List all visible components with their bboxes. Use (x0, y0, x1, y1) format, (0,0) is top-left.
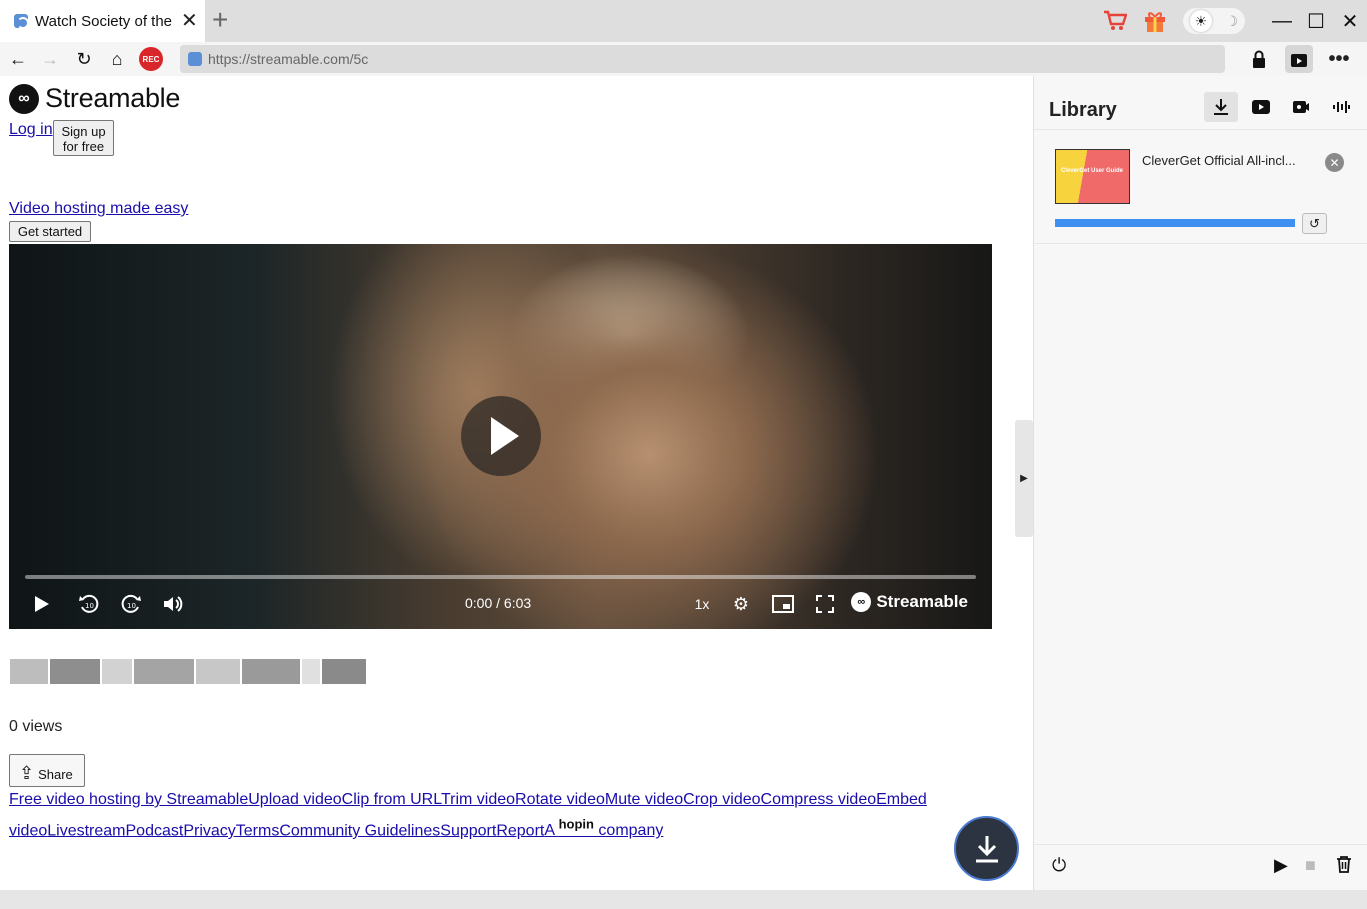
streamable-logo[interactable]: ∞ Streamable (9, 83, 180, 114)
svg-text:10: 10 (127, 602, 136, 610)
gift-icon[interactable] (1135, 0, 1175, 42)
title-bar: Watch Society of the ✕ + ☀ ☽ — ☐ ✕ (0, 0, 1367, 42)
footer-link[interactable]: Clip from URL (342, 791, 441, 808)
rewind-10-icon[interactable]: 10 (77, 591, 101, 617)
library-header: Library (1034, 76, 1367, 130)
sun-icon[interactable]: ☀ (1189, 10, 1212, 32)
item-name: CleverGet Official All-incl... (1142, 153, 1296, 168)
svg-text:10: 10 (85, 602, 94, 610)
url-input[interactable] (208, 51, 1108, 67)
downloads-tab-icon[interactable] (1204, 92, 1238, 122)
moon-icon[interactable]: ☽ (1226, 13, 1239, 30)
lock-icon[interactable] (1245, 45, 1273, 73)
signup-button[interactable]: Sign up for free (53, 120, 114, 156)
forward-10-icon[interactable]: 10 (119, 591, 143, 617)
footer-link[interactable]: Trim video (441, 791, 515, 808)
footer-link[interactable]: Report (496, 822, 544, 839)
new-tab-button[interactable]: + (212, 6, 228, 34)
footer-link[interactable]: Upload video (248, 791, 341, 808)
navigation-bar: ← → ↻ ⌂ REC ••• (0, 42, 1367, 76)
footer-link[interactable]: Podcast (126, 822, 184, 839)
browser-tab[interactable]: Watch Society of the ✕ (0, 0, 205, 42)
url-favicon-icon (188, 52, 202, 66)
footer-link[interactable]: Rotate video (515, 791, 605, 808)
library-footer: ⏻ ▶ ■ (1034, 844, 1367, 890)
status-bar (0, 890, 1367, 909)
video-title-blurred (10, 659, 400, 684)
footer-links: Free video hosting by StreamableUpload v… (9, 787, 959, 843)
record-button[interactable]: REC (139, 47, 163, 71)
power-icon[interactable]: ⏻ (1052, 855, 1066, 876)
minimize-icon[interactable]: — (1265, 0, 1299, 42)
download-progress-fill (1055, 219, 1295, 227)
tab-close-icon[interactable]: ✕ (181, 11, 198, 31)
settings-gear-icon[interactable]: ⚙ (729, 591, 753, 617)
forward-arrow-icon[interactable]: → (38, 47, 62, 71)
library-item[interactable]: CleverGet User Guide CleverGet Official … (1034, 131, 1367, 244)
view-count: 0 views (9, 718, 63, 735)
stop-icon[interactable]: ■ (1305, 855, 1316, 876)
trash-icon[interactable] (1336, 855, 1352, 878)
window-close-icon[interactable]: ✕ (1333, 0, 1367, 42)
streamable-logo-icon: ∞ (9, 83, 39, 114)
audio-tab-icon[interactable] (1324, 92, 1358, 122)
video-tab-icon[interactable] (1244, 92, 1278, 122)
hopin-company-link[interactable]: A hopin company (544, 817, 663, 839)
footer-link[interactable]: Livestream (47, 822, 125, 839)
recording-tab-icon[interactable] (1284, 92, 1318, 122)
play-all-icon[interactable]: ▶ (1274, 855, 1288, 876)
footer-link[interactable]: Privacy (183, 822, 235, 839)
item-remove-icon[interactable]: ✕ (1325, 153, 1344, 172)
video-seek-bar[interactable] (25, 575, 976, 579)
more-options-icon[interactable]: ••• (1325, 45, 1353, 73)
reload-icon[interactable]: ↻ (72, 47, 96, 71)
big-play-button[interactable] (461, 396, 541, 476)
speed-button[interactable]: 1x (691, 591, 713, 617)
player-brand[interactable]: ∞ Streamable (851, 592, 968, 612)
theme-toggle[interactable]: ☀ ☽ (1183, 8, 1245, 34)
footer-link[interactable]: Free video hosting by Streamable (9, 791, 248, 808)
footer-link[interactable]: Support (440, 822, 496, 839)
get-started-button[interactable]: Get started (9, 221, 91, 242)
login-link[interactable]: Log in (9, 121, 53, 139)
play-icon[interactable] (31, 591, 53, 617)
video-player[interactable]: 10 10 0:00 / 6:03 1x ⚙ ∞ Streamable (9, 244, 992, 629)
back-arrow-icon[interactable]: ← (6, 47, 30, 71)
address-bar[interactable] (180, 45, 1225, 73)
maximize-icon[interactable]: ☐ (1299, 0, 1333, 42)
footer-link[interactable]: Terms (236, 822, 280, 839)
footer-link[interactable]: Crop video (683, 791, 760, 808)
download-progress-bar (1055, 219, 1295, 227)
home-icon[interactable]: ⌂ (105, 47, 129, 71)
footer-link[interactable]: Mute video (605, 791, 683, 808)
share-button[interactable]: ⇪ Share (9, 754, 85, 787)
cart-icon[interactable] (1095, 0, 1135, 42)
web-page: ∞ Streamable Log in Sign up for free Vid… (0, 76, 1033, 890)
volume-icon[interactable] (161, 591, 185, 617)
retry-icon[interactable]: ↺ (1302, 213, 1327, 234)
panel-collapse-handle[interactable]: ▶ (1015, 420, 1033, 537)
share-icon: ⇪ (19, 763, 35, 783)
item-thumbnail: CleverGet User Guide (1055, 149, 1130, 204)
site-favicon-icon (14, 14, 29, 29)
fullscreen-icon[interactable] (813, 591, 837, 617)
library-panel: Library CleverGet User Guide CleverGet O… (1033, 76, 1367, 890)
footer-link[interactable]: Compress video (761, 791, 877, 808)
picture-in-picture-icon[interactable] (771, 591, 795, 617)
footer-link[interactable]: Community Guidelines (279, 822, 440, 839)
library-title: Library (1049, 99, 1117, 121)
streamable-brand-icon: ∞ (851, 592, 872, 612)
video-controls: 10 10 0:00 / 6:03 1x ⚙ ∞ Streamable (9, 589, 992, 619)
video-hosting-link[interactable]: Video hosting made easy (9, 200, 188, 218)
downloader-panel-icon[interactable] (1285, 45, 1313, 73)
download-fab-button[interactable] (954, 816, 1019, 881)
tab-title: Watch Society of the (35, 12, 173, 30)
video-time: 0:00 / 6:03 (465, 595, 532, 611)
